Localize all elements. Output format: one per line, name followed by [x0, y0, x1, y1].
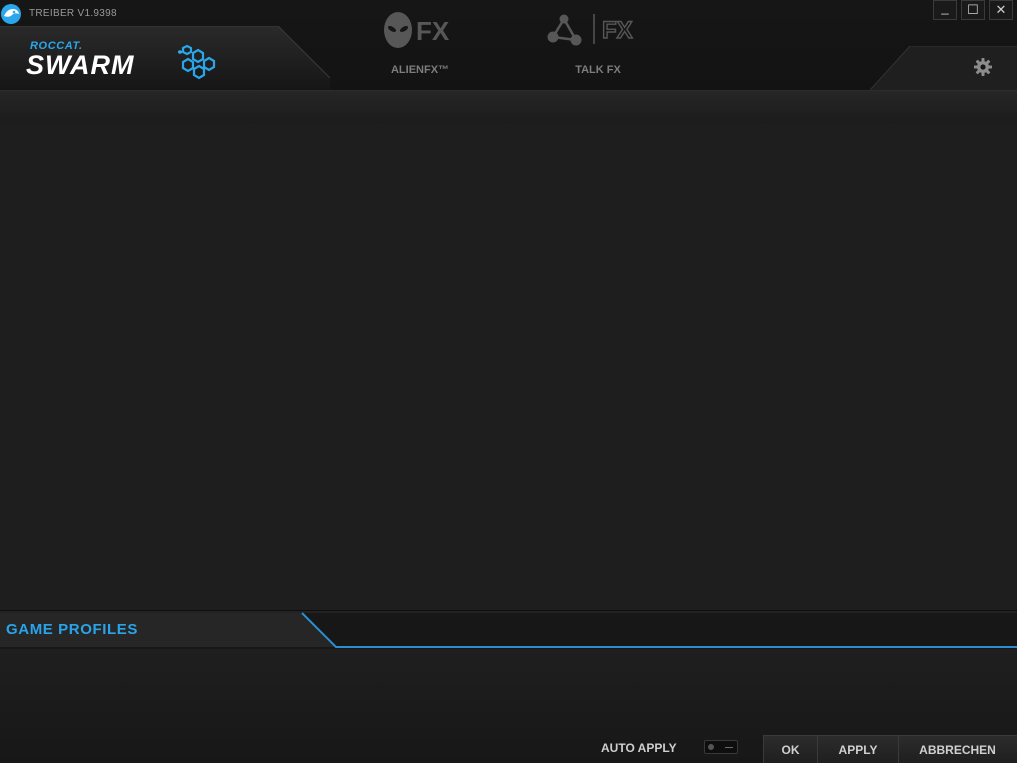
- talkfx-icon: FX: [547, 14, 633, 46]
- apply-button[interactable]: APPLY: [818, 736, 899, 763]
- game-profiles-title: GAME PROFILES: [6, 621, 138, 638]
- tab-alienfx[interactable]: FX ALIENFX™: [360, 10, 480, 82]
- toolbar-strip: [0, 90, 1017, 124]
- toggle-knob: [708, 744, 714, 750]
- hexagon-cluster-icon: [178, 44, 216, 80]
- header-right-plate: [870, 46, 1017, 90]
- title-bar: TREIBER V1.9398 _ ☐ ✕: [0, 0, 1017, 28]
- auto-apply-label: AUTO APPLY: [601, 741, 677, 755]
- maximize-icon: ☐: [967, 2, 979, 17]
- roccat-app-icon: [1, 4, 21, 24]
- alienfx-icon: FX: [384, 12, 450, 48]
- swarm-app-window: TREIBER V1.9398 _ ☐ ✕ ROCCAT. SWARM FX A…: [0, 0, 1017, 763]
- main-content-area: [0, 123, 1017, 611]
- ok-button[interactable]: OK: [764, 736, 818, 763]
- gear-icon[interactable]: [972, 56, 994, 78]
- auto-apply-toggle[interactable]: [704, 740, 738, 754]
- close-button[interactable]: ✕: [989, 0, 1013, 20]
- minimize-button[interactable]: _: [933, 0, 957, 20]
- tab-talkfx-label: TALK FX: [575, 64, 621, 76]
- close-icon: ✕: [995, 2, 1007, 17]
- svg-text:FX: FX: [602, 17, 633, 44]
- minimize-icon: _: [941, 0, 949, 15]
- brand-swarm: SWARM: [26, 50, 135, 80]
- game-profiles-tabbar: [0, 611, 1017, 649]
- tab-alienfx-label: ALIENFX™: [390, 64, 450, 76]
- maximize-button[interactable]: ☐: [961, 0, 985, 20]
- roccat-swarm-logo: ROCCAT. SWARM: [26, 40, 218, 84]
- tab-talkfx[interactable]: FX TALK FX: [538, 10, 658, 82]
- window-title: TREIBER V1.9398: [29, 8, 117, 19]
- toggle-off-mark: [725, 747, 733, 748]
- cancel-button[interactable]: ABBRECHEN: [899, 736, 1016, 763]
- dialog-button-bar: OK APPLY ABBRECHEN: [763, 735, 1017, 763]
- svg-text:FX: FX: [416, 16, 450, 46]
